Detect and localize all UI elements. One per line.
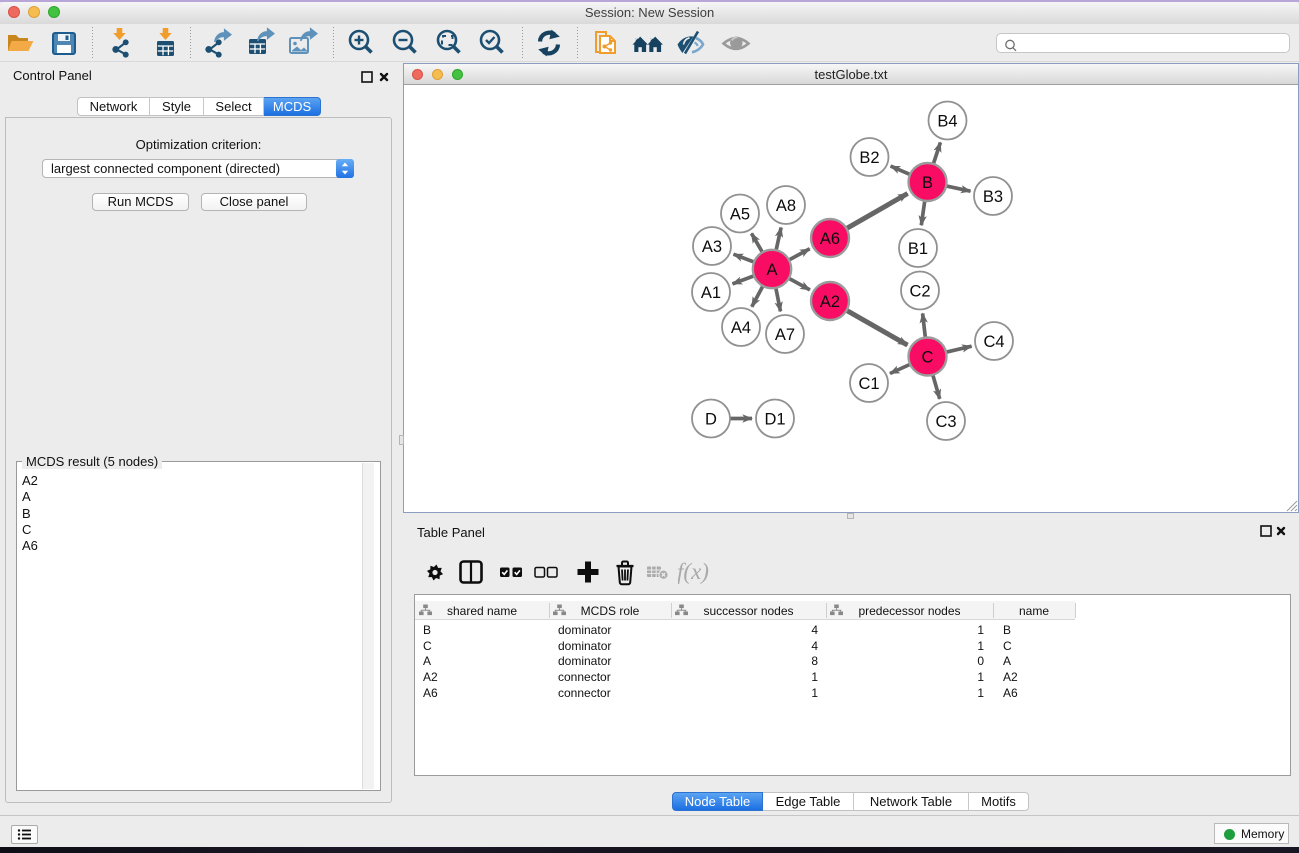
svg-text:A3: A3 <box>702 238 722 256</box>
svg-text:C3: C3 <box>935 413 956 431</box>
svg-text:A5: A5 <box>730 205 750 223</box>
svg-text:C: C <box>922 348 934 366</box>
svg-text:B4: B4 <box>937 112 957 130</box>
svg-text:C4: C4 <box>983 333 1004 351</box>
svg-text:A4: A4 <box>731 319 751 337</box>
svg-text:B3: B3 <box>983 188 1003 206</box>
svg-text:A2: A2 <box>820 293 840 311</box>
svg-text:A1: A1 <box>701 284 721 302</box>
svg-text:f(x): f(x) <box>678 559 709 584</box>
svg-text:B: B <box>922 174 933 192</box>
svg-text:A7: A7 <box>775 326 795 344</box>
svg-text:D: D <box>705 410 717 428</box>
svg-text:A: A <box>766 261 777 279</box>
svg-text:C2: C2 <box>909 282 930 300</box>
svg-text:D1: D1 <box>764 410 785 428</box>
svg-text:B1: B1 <box>908 240 928 258</box>
svg-text:C1: C1 <box>858 375 879 393</box>
svg-text:B2: B2 <box>859 149 879 167</box>
svg-text:A8: A8 <box>776 197 796 215</box>
svg-text:A6: A6 <box>820 230 840 248</box>
